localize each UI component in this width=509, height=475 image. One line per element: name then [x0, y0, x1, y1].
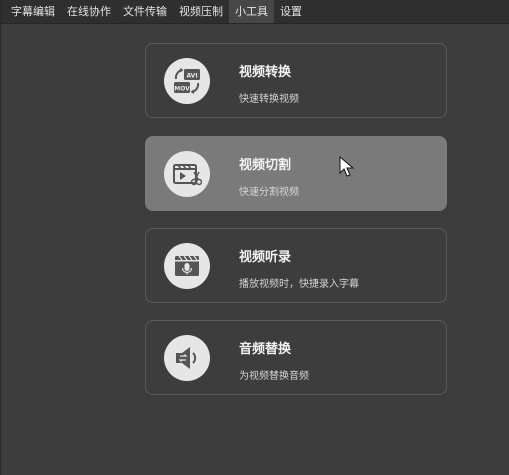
tool-description: 播放视频时，快捷录入字幕 — [239, 279, 359, 290]
video-convert-icon: AVI MOV — [164, 58, 210, 104]
video-cut-icon — [164, 151, 210, 197]
audio-replace-icon — [164, 335, 210, 381]
menu-online-collab[interactable]: 在线协作 — [61, 0, 117, 23]
mouse-cursor-icon — [339, 155, 355, 182]
tool-description: 为视频替换音频 — [239, 371, 309, 382]
svg-text:MOV: MOV — [174, 86, 190, 93]
tool-description: 快速分割视频 — [239, 187, 299, 198]
video-transcribe-icon — [164, 243, 210, 289]
tool-card-video-convert[interactable]: AVI MOV 视频转换 快速转换视频 — [145, 43, 447, 118]
tool-title: 音频替换 — [239, 342, 292, 357]
tool-card-video-transcribe[interactable]: 视频听录 播放视频时，快捷录入字幕 — [145, 228, 447, 303]
tool-description: 快速转换视频 — [239, 94, 299, 105]
menu-tools[interactable]: 小工具 — [229, 0, 274, 23]
tool-title: 视频切割 — [239, 158, 292, 173]
tool-card-video-cut[interactable]: 视频切割 快速分割视频 — [145, 136, 447, 211]
tool-card-audio-replace[interactable]: 音频替换 为视频替换音频 — [145, 320, 447, 395]
app-window: 字幕编辑 在线协作 文件传输 视频压制 小工具 设置 AVI MOV 视频转换 … — [0, 0, 509, 475]
tool-title: 视频转换 — [239, 65, 292, 80]
menubar: 字幕编辑 在线协作 文件传输 视频压制 小工具 设置 — [1, 0, 509, 24]
svg-text:AVI: AVI — [186, 73, 197, 80]
tool-title: 视频听录 — [239, 250, 292, 265]
menu-video-encode[interactable]: 视频压制 — [173, 0, 229, 23]
tools-panel: AVI MOV 视频转换 快速转换视频 视频切割 快速分割视频 视频听录 播放视… — [1, 25, 509, 475]
menu-settings[interactable]: 设置 — [274, 0, 308, 23]
menu-subtitle-edit[interactable]: 字幕编辑 — [5, 0, 61, 23]
menu-file-transfer[interactable]: 文件传输 — [117, 0, 173, 23]
